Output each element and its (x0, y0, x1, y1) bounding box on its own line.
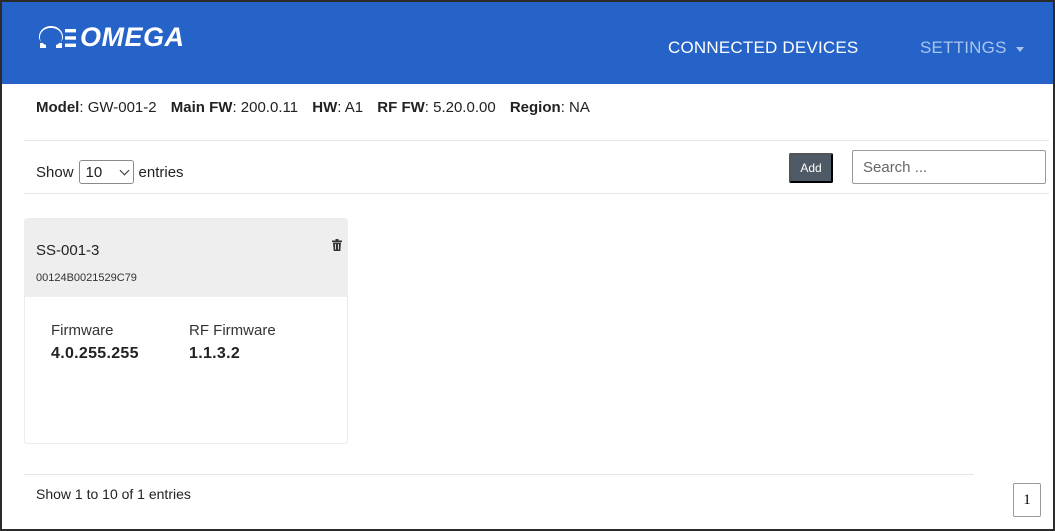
entries-summary: Show 1 to 10 of 1 entries (36, 486, 191, 502)
region-label: Region (509, 99, 561, 116)
device-card-header: SS-001-3 00124B0021529C79 (25, 219, 347, 297)
nav-connected-devices[interactable]: CONNECTED DEVICES (668, 38, 858, 58)
region-value: NA (569, 99, 590, 116)
trash-icon[interactable] (332, 239, 342, 251)
device-name: SS-001-3 (36, 242, 100, 259)
omega-logo[interactable]: OMEGA (36, 22, 185, 53)
entries-control: Show 10 entries (36, 160, 184, 184)
search-input[interactable] (852, 150, 1046, 184)
rf-firmware-value: 1.1.3.2 (189, 345, 241, 362)
top-navbar: OMEGA CONNECTED DEVICES SETTINGS (2, 2, 1053, 84)
caret-down-icon (1015, 46, 1024, 52)
brand-name: OMEGA (80, 22, 185, 52)
model-value: GW-001-2 (87, 99, 157, 116)
hw-label: HW (312, 99, 338, 116)
entries-select-value: 10 (85, 163, 103, 181)
chevron-down-icon (119, 165, 129, 175)
main-fw-value: 200.0.11 (240, 99, 299, 116)
model-label: Model (36, 99, 80, 116)
add-device-button[interactable]: Add (789, 153, 833, 183)
rf-fw-label: RF FW (377, 99, 425, 116)
firmware-label: Firmware (51, 322, 114, 339)
nav-settings-label: SETTINGS (920, 38, 1007, 57)
entries-label: entries (138, 163, 184, 181)
show-label: Show (36, 163, 74, 181)
rf-fw-value: 5.20.0.00 (433, 99, 496, 116)
device-serial: 00124B0021529C79 (36, 272, 137, 284)
info-divider (24, 140, 1049, 141)
hw-value: A1 (344, 99, 364, 116)
omega-symbol-icon (39, 25, 76, 48)
page-button-1[interactable]: 1 (1013, 483, 1041, 517)
firmware-block: Firmware 4.0.255.255 (51, 322, 139, 363)
rf-firmware-label: RF Firmware (189, 322, 276, 339)
firmware-value: 4.0.255.255 (51, 345, 139, 362)
main-fw-label: Main FW (170, 99, 233, 116)
nav-settings-dropdown[interactable]: SETTINGS (920, 38, 1024, 58)
gateway-info-bar: Model: GW-001-2 Main FW: 200.0.11 HW: A1… (36, 99, 590, 116)
toolbar-divider (24, 193, 1049, 194)
rf-firmware-block: RF Firmware 1.1.3.2 (189, 322, 276, 363)
entries-select[interactable]: 10 (78, 160, 134, 184)
device-card[interactable]: SS-001-3 00124B0021529C79 Firmware 4.0.2… (24, 218, 348, 444)
footer-divider (24, 474, 974, 475)
